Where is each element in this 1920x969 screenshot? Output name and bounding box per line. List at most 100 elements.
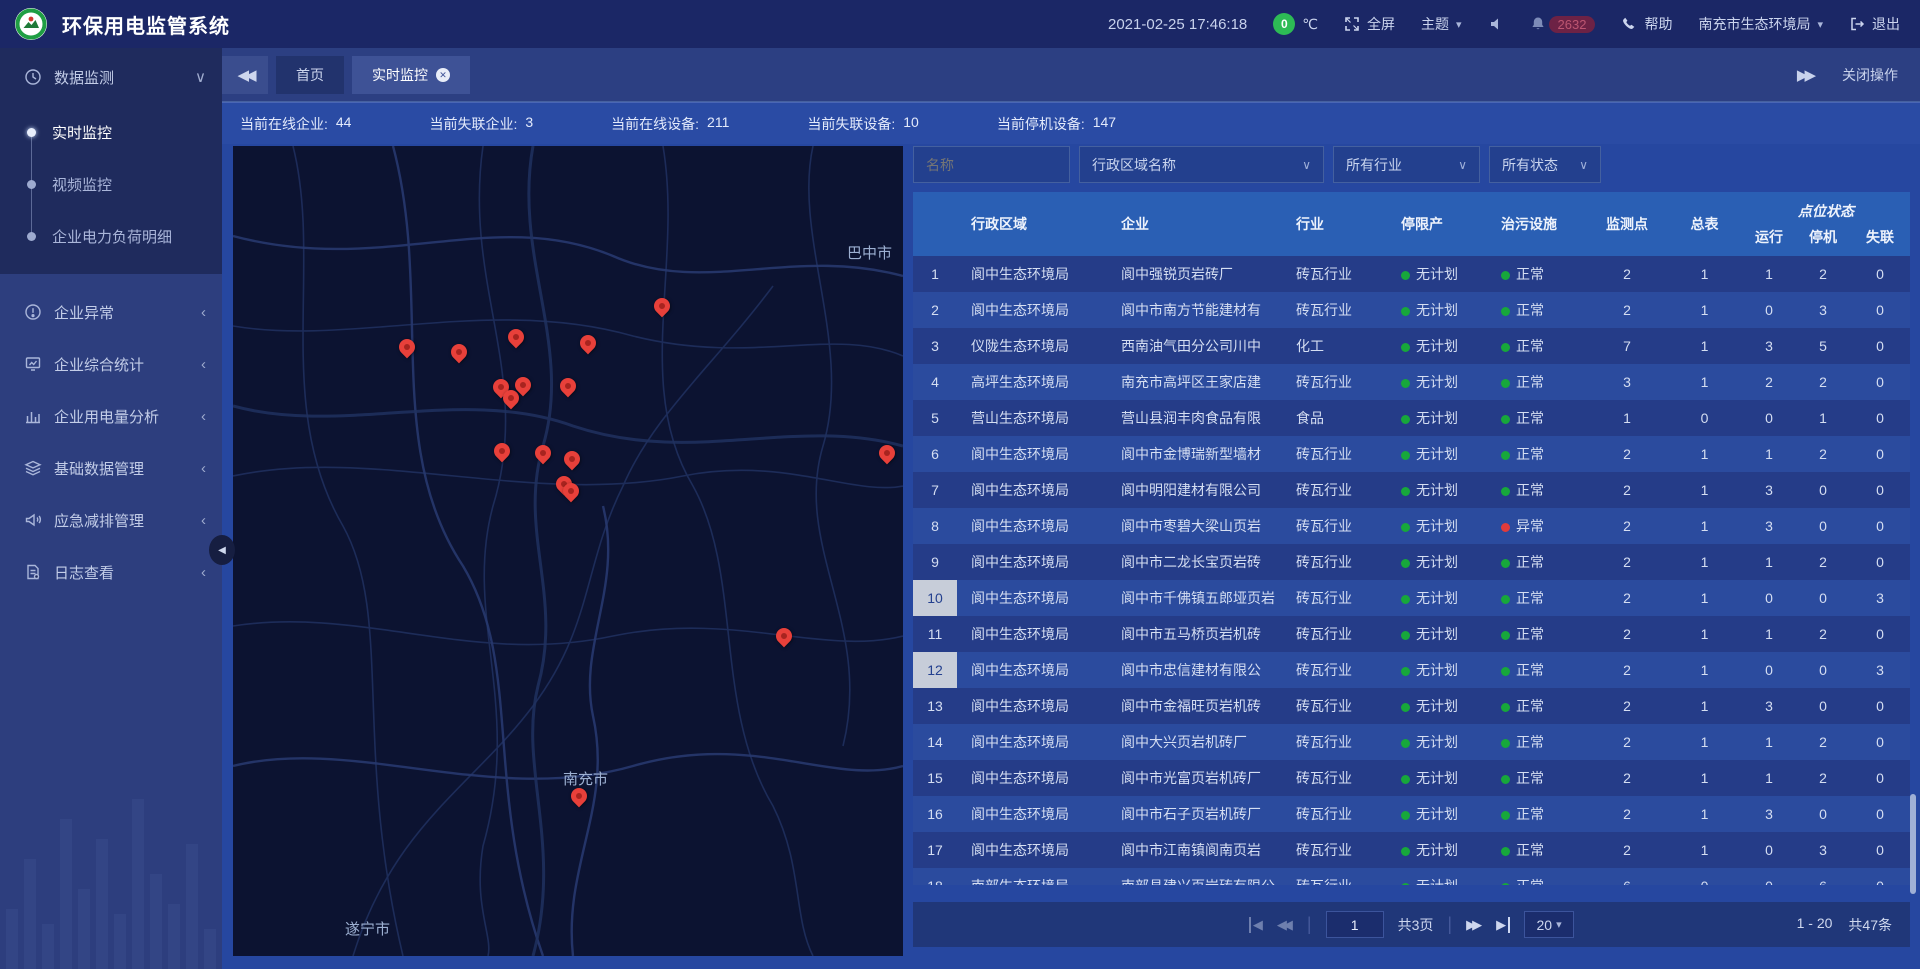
bullet-icon — [27, 180, 36, 189]
name-filter-input[interactable] — [926, 157, 1057, 173]
table-row[interactable]: 8阆中生态环境局阆中市枣碧大梁山页岩砖瓦行业无计划异常21300 — [913, 508, 1910, 544]
next-page-button[interactable]: ▶▶ — [1466, 917, 1482, 933]
table-row[interactable]: 2阆中生态环境局阆中市南方节能建材有砖瓦行业无计划正常21030 — [913, 292, 1910, 328]
table-row[interactable]: 17阆中生态环境局阆中市江南镇阆南页岩砖瓦行业无计划正常21030 — [913, 832, 1910, 868]
map-pin[interactable] — [396, 336, 419, 359]
table-row[interactable]: 11阆中生态环境局阆中市五马桥页岩机砖砖瓦行业无计划正常21120 — [913, 616, 1910, 652]
prev-page-button[interactable]: ◀◀ — [1277, 917, 1293, 933]
lost-count-cell: 0 — [1850, 806, 1910, 822]
map-pin[interactable] — [651, 295, 674, 318]
map-pin[interactable] — [577, 332, 600, 355]
company-cell: 阆中大兴页岩机砖厂 — [1107, 732, 1282, 752]
map-pin[interactable] — [773, 625, 796, 648]
map-pin[interactable] — [557, 375, 580, 398]
facility-cell: 正常 — [1487, 264, 1587, 284]
tab-home[interactable]: 首页 — [276, 56, 344, 94]
tabs-scroll-right-button[interactable]: ▶▶ — [1797, 66, 1816, 84]
status-dot — [1401, 523, 1410, 532]
row-index-cell: 9 — [913, 544, 957, 580]
facility-cell: 正常 — [1487, 840, 1587, 860]
table-row[interactable]: 18南部生态环境局南部县建兴页岩砖有限公砖瓦行业无计划正常60060 — [913, 868, 1910, 885]
tabs-scroll-left-button[interactable]: ◀◀ — [222, 56, 268, 94]
fullscreen-button[interactable]: 全屏 — [1344, 14, 1395, 34]
sound-button[interactable] — [1488, 16, 1504, 32]
run-count-cell: 0 — [1742, 842, 1796, 858]
table-row[interactable]: 6阆中生态环境局阆中市金博瑞新型墙材砖瓦行业无计划正常21120 — [913, 436, 1910, 472]
sidebar-group-emergency[interactable]: 应急减排管理 ‹ — [0, 494, 222, 546]
skyline-decoration — [0, 779, 222, 969]
map-city-label: 遂宁市 — [345, 918, 390, 939]
map-pin[interactable] — [532, 442, 555, 465]
table-row[interactable]: 15阆中生态环境局阆中市光富页岩机砖厂砖瓦行业无计划正常21120 — [913, 760, 1910, 796]
status-dot — [1501, 307, 1510, 316]
status-dot — [1401, 847, 1410, 856]
map-pin[interactable] — [561, 448, 584, 471]
table-row[interactable]: 9阆中生态环境局阆中市二龙长宝页岩砖砖瓦行业无计划正常21120 — [913, 544, 1910, 580]
bell-icon — [1530, 16, 1546, 32]
sidebar-collapse-toggle[interactable]: ◀ — [209, 535, 235, 565]
stop-limit-cell: 无计划 — [1387, 372, 1487, 392]
table-row[interactable]: 14阆中生态环境局阆中大兴页岩机砖厂砖瓦行业无计划正常21120 — [913, 724, 1910, 760]
lost-count-cell: 0 — [1850, 518, 1910, 534]
sidebar-group-logs[interactable]: 日志查看 ‹ — [0, 546, 222, 598]
table-row[interactable]: 1阆中生态环境局阆中强锐页岩砖厂砖瓦行业无计划正常21120 — [913, 256, 1910, 292]
map-canvas[interactable]: 巴中市南充市遂宁市 — [233, 146, 903, 956]
status-dot — [1401, 883, 1410, 885]
table-row[interactable]: 4高坪生态环境局南充市高坪区王家店建砖瓦行业无计划正常31220 — [913, 364, 1910, 400]
vertical-scrollbar-thumb[interactable] — [1910, 794, 1916, 894]
table-row[interactable]: 12阆中生态环境局阆中市忠信建材有限公砖瓦行业无计划正常21003 — [913, 652, 1910, 688]
sidebar-group-base-data[interactable]: 基础数据管理 ‹ — [0, 442, 222, 494]
status-dot — [1401, 451, 1410, 460]
caret-down-icon: ▾ — [1556, 918, 1562, 931]
table-row[interactable]: 10阆中生态环境局阆中市千佛镇五郎垭页岩砖瓦行业无计划正常21003 — [913, 580, 1910, 616]
status-filter-select[interactable]: 所有状态 ∨ — [1489, 146, 1601, 183]
close-operations-button[interactable]: 关闭操作 — [1842, 65, 1898, 85]
last-page-button[interactable]: ▶ — [1496, 917, 1510, 933]
table-row[interactable]: 3仪陇生态环境局西南油气田分公司川中化工无计划正常71350 — [913, 328, 1910, 364]
sidebar-group-company-abnormal[interactable]: 企业异常 ‹ — [0, 286, 222, 338]
logout-button[interactable]: 退出 — [1849, 14, 1900, 34]
sidebar-item-realtime-monitor[interactable]: 实时监控 — [0, 106, 222, 158]
stop-limit-cell: 无计划 — [1387, 732, 1487, 752]
sidebar-group-power-analysis[interactable]: 企业用电量分析 ‹ — [0, 390, 222, 442]
total-meter-cell: 1 — [1667, 806, 1742, 822]
map-pin[interactable] — [876, 442, 899, 465]
theme-menu[interactable]: 主题 ▾ — [1421, 14, 1462, 34]
table-row[interactable]: 5营山生态环境局营山县润丰肉食品有限食品无计划正常10010 — [913, 400, 1910, 436]
first-page-button[interactable]: ◀ — [1249, 917, 1263, 933]
notifications[interactable]: 2632 — [1530, 16, 1596, 33]
map-pin[interactable] — [491, 440, 514, 463]
total-meter-cell: 1 — [1667, 698, 1742, 714]
map-pin[interactable] — [448, 341, 471, 364]
table-row[interactable]: 16阆中生态环境局阆中市石子页岩机砖厂砖瓦行业无计划正常21300 — [913, 796, 1910, 832]
facility-cell: 正常 — [1487, 876, 1587, 885]
industry-cell: 砖瓦行业 — [1282, 804, 1387, 824]
table-row[interactable]: 13阆中生态环境局阆中市金福旺页岩机砖砖瓦行业无计划正常21300 — [913, 688, 1910, 724]
run-count-cell: 0 — [1742, 662, 1796, 678]
status-dot — [1401, 271, 1410, 280]
page-size-select[interactable]: 20 ▾ — [1524, 911, 1574, 938]
region-cell: 营山生态环境局 — [957, 408, 1107, 428]
status-dot — [1401, 559, 1410, 568]
sidebar-item-video-monitor[interactable]: 视频监控 — [0, 158, 222, 210]
stop-limit-cell: 无计划 — [1387, 408, 1487, 428]
sidebar-item-power-load-detail[interactable]: 企业电力负荷明细 — [0, 210, 222, 262]
sidebar-group-company-stats[interactable]: 企业综合统计 ‹ — [0, 338, 222, 390]
lost-count-cell: 0 — [1850, 374, 1910, 390]
help-button[interactable]: 帮助 — [1621, 14, 1672, 34]
close-icon[interactable]: ✕ — [436, 68, 450, 82]
sidebar-group-data-monitor[interactable]: 数据监测 ∨ — [0, 48, 222, 106]
table-row[interactable]: 7阆中生态环境局阆中明阳建材有限公司砖瓦行业无计划正常21300 — [913, 472, 1910, 508]
map-pin[interactable] — [505, 326, 528, 349]
run-count-cell: 1 — [1742, 626, 1796, 642]
region-filter-select[interactable]: 行政区域名称 ∨ — [1079, 146, 1324, 183]
monitor-points-cell: 2 — [1587, 302, 1667, 318]
page-number-input[interactable] — [1326, 911, 1384, 938]
status-dot — [1501, 811, 1510, 820]
facility-cell: 正常 — [1487, 408, 1587, 428]
organization-menu[interactable]: 南充市生态环境局 ▾ — [1698, 14, 1823, 34]
industry-cell: 砖瓦行业 — [1282, 696, 1387, 716]
tab-realtime-monitor[interactable]: 实时监控 ✕ — [352, 56, 470, 94]
row-index-cell: 14 — [913, 724, 957, 760]
industry-filter-select[interactable]: 所有行业 ∨ — [1333, 146, 1480, 183]
